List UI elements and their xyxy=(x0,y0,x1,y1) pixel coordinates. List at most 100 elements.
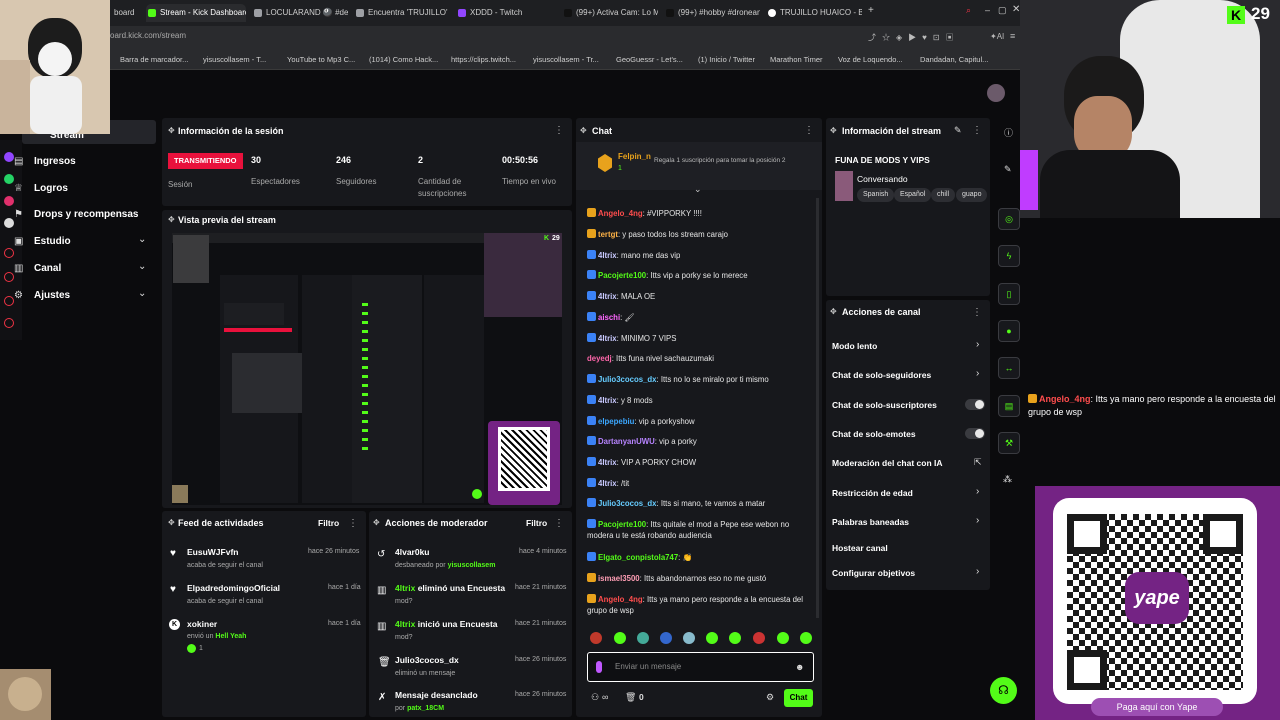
record-icon[interactable] xyxy=(4,296,14,306)
chat-username[interactable]: 4ltrix xyxy=(598,292,617,301)
more-menu-icon[interactable]: ⋮ xyxy=(972,125,982,136)
emoji-icon[interactable]: ☻ xyxy=(795,662,804,672)
more-menu-icon[interactable]: ⋮ xyxy=(972,307,982,318)
emote-icon[interactable] xyxy=(660,632,672,644)
chat-username[interactable]: aischi xyxy=(598,313,620,322)
chat-bubble-icon[interactable]: ● xyxy=(998,320,1020,342)
action-set-goals[interactable]: Configurar objetivos xyxy=(832,568,915,578)
chat-username[interactable]: 4ltrix xyxy=(598,251,617,260)
pencil-icon[interactable]: ✎ xyxy=(1004,164,1012,175)
shield-icon[interactable]: ◎ xyxy=(998,208,1020,230)
url-field[interactable]: oard.kick.com/stream xyxy=(110,31,186,40)
feed-item-name[interactable]: EusuWJFvfn xyxy=(187,547,238,557)
drag-handle-icon[interactable]: ✥ xyxy=(830,307,837,316)
more-menu-icon[interactable]: ⋮ xyxy=(348,518,358,529)
chat-message[interactable]: ismael3500: Itts abandonarnos eso no me … xyxy=(587,573,817,584)
nav-item-canal[interactable]: Canal xyxy=(34,263,61,274)
feed-item-name[interactable]: ElpadredomingoOficial xyxy=(187,583,280,593)
emotes-only-toggle[interactable] xyxy=(965,428,985,439)
chat-username[interactable]: DartanyanUWU xyxy=(598,437,655,446)
chevron-right-icon[interactable]: › xyxy=(976,486,979,497)
chat-message[interactable]: DartanyanUWU: vip a porky xyxy=(587,436,817,447)
nav-item-estudio[interactable]: Estudio xyxy=(34,236,71,247)
bookmark-item[interactable]: GeoGuessr - Let's... xyxy=(616,55,683,64)
emote-icon[interactable] xyxy=(614,632,626,644)
subs-only-toggle[interactable] xyxy=(965,399,985,410)
record-icon[interactable] xyxy=(4,272,14,282)
emote-icon[interactable] xyxy=(800,632,812,644)
wrench-icon[interactable]: ⚒ xyxy=(998,432,1020,454)
action-age-restriction[interactable]: Restricción de edad xyxy=(832,488,913,498)
chevron-down-icon[interactable]: ⌄ xyxy=(138,288,146,299)
emote-icon[interactable] xyxy=(683,632,695,644)
chevron-right-icon[interactable]: › xyxy=(976,515,979,526)
chat-username[interactable]: Pacojerte100 xyxy=(598,520,646,529)
mod-item-name[interactable]: Mensaje desanclado xyxy=(395,690,478,700)
chat-message[interactable]: 4ltrix: /tit xyxy=(587,478,817,489)
chevron-right-icon[interactable]: › xyxy=(976,566,979,577)
send-chat-button[interactable]: Chat xyxy=(784,689,813,707)
x-icon[interactable] xyxy=(4,218,14,228)
chat-message[interactable]: 4ltrix: MALA OE xyxy=(587,291,817,302)
chat-username[interactable]: Elgato_conpistola747 xyxy=(598,553,678,562)
bookmark-item[interactable]: yisuscollasem - Tr... xyxy=(533,55,599,64)
chat-username[interactable]: 4ltrix xyxy=(598,396,617,405)
collapse-icon[interactable]: ⌄ xyxy=(694,184,702,195)
chat-message[interactable]: 4ltrix: mano me das vip xyxy=(587,250,817,261)
trash-icon[interactable]: 🗑 xyxy=(625,692,636,703)
avatar[interactable] xyxy=(987,84,1005,102)
bookmark-item[interactable]: (1014) Como Hack... xyxy=(369,55,438,64)
bookmark-item[interactable]: Barra de marcador... xyxy=(120,55,188,64)
chat-message[interactable]: Pacojerte100: Itts vip a porky se lo mer… xyxy=(587,270,817,281)
browser-tab[interactable]: LOCULARAND 🎱 #de xyxy=(252,4,348,22)
action-host-channel[interactable]: Hostear canal xyxy=(832,543,888,553)
bookmark-item[interactable]: Marathon Timer xyxy=(770,55,823,64)
browser-tab[interactable]: TRUJILLO HUAICO - Busc xyxy=(766,4,862,22)
nav-item-logros[interactable]: Logros xyxy=(34,183,68,194)
mod-item-name[interactable]: Julio3cocos_dx xyxy=(395,655,459,665)
ai-icon[interactable]: ✦AI xyxy=(990,32,1004,41)
action-banned-words[interactable]: Palabras baneadas xyxy=(832,517,909,527)
drag-handle-icon[interactable]: ✥ xyxy=(168,518,175,527)
chat-message[interactable]: deyedj: Itts funa nivel sachauzumaki xyxy=(587,353,817,364)
more-menu-icon[interactable]: ⋮ xyxy=(804,125,814,136)
chat-username[interactable]: 4ltrix xyxy=(598,334,617,343)
chat-username[interactable]: deyedj xyxy=(587,354,612,363)
calendar-icon[interactable]: ▤ xyxy=(998,395,1020,417)
chat-username[interactable]: 4ltrix xyxy=(598,479,617,488)
chat-message[interactable]: Julio3cocos_dx: Itts no lo se miralo por… xyxy=(587,374,817,385)
chevron-down-icon[interactable]: ⌄ xyxy=(138,234,146,245)
chat-message[interactable]: Julio3cocos_dx: Itts si mano, te vamos a… xyxy=(587,498,817,509)
emote-icon[interactable] xyxy=(637,632,649,644)
bookmark-item[interactable]: yisuscollasem - T... xyxy=(203,55,266,64)
nav-item-drops[interactable]: Drops y recompensas xyxy=(34,209,139,220)
bookmark-item[interactable]: YouTube to Mp3 C... xyxy=(287,55,355,64)
filter-button[interactable]: Filtro xyxy=(526,518,547,528)
chat-username[interactable]: Julio3cocos_dx xyxy=(598,499,657,508)
mod-item-name[interactable]: 4ltrix inició una Encuesta xyxy=(395,619,498,629)
browser-tab[interactable]: XDDD - Twitch xyxy=(456,4,556,22)
headset-icon[interactable]: ☊ xyxy=(990,677,1017,704)
drag-handle-icon[interactable]: ✥ xyxy=(580,126,587,135)
nav-item-ajustes[interactable]: Ajustes xyxy=(34,290,70,301)
chat-message[interactable]: Elgato_conpistola747: 👏 xyxy=(587,552,817,563)
chat-message[interactable]: 4ltrix: MINIMO 7 VIPS xyxy=(587,333,817,344)
bookmark-item[interactable]: https://clips.twitch... xyxy=(451,55,516,64)
browser-tab[interactable]: (99+) #hobby #droneando xyxy=(664,4,760,22)
browser-tab-active[interactable]: Stream - Kick Dashboard xyxy=(146,4,246,22)
chat-username[interactable]: tertgt xyxy=(598,230,618,239)
clip-icon[interactable]: ▯ xyxy=(998,283,1020,305)
stream-tag[interactable]: Spanish xyxy=(857,188,895,202)
chat-message[interactable]: Angelo_4ng: Itts ya mano pero responde a… xyxy=(587,594,817,616)
browser-menu-icon[interactable]: ≡ xyxy=(1010,31,1015,41)
chat-message[interactable]: elpepebiu: vip a porkyshow xyxy=(587,416,817,427)
whatsapp-icon[interactable] xyxy=(4,174,14,184)
chat-username[interactable]: 4ltrix xyxy=(598,458,617,467)
chevron-down-icon[interactable]: ⌄ xyxy=(138,261,146,272)
chat-username[interactable]: Angelo_4ng xyxy=(598,209,643,218)
pinned-gift-banner[interactable]: Felpin_n 1 Regala 1 suscripción para tom… xyxy=(576,142,822,190)
emote-icon[interactable] xyxy=(706,632,718,644)
mic-icon[interactable] xyxy=(596,661,602,673)
mod-item-name[interactable]: 4ltrix eliminó una Encuesta xyxy=(395,583,505,593)
chevron-right-icon[interactable]: › xyxy=(976,368,979,379)
